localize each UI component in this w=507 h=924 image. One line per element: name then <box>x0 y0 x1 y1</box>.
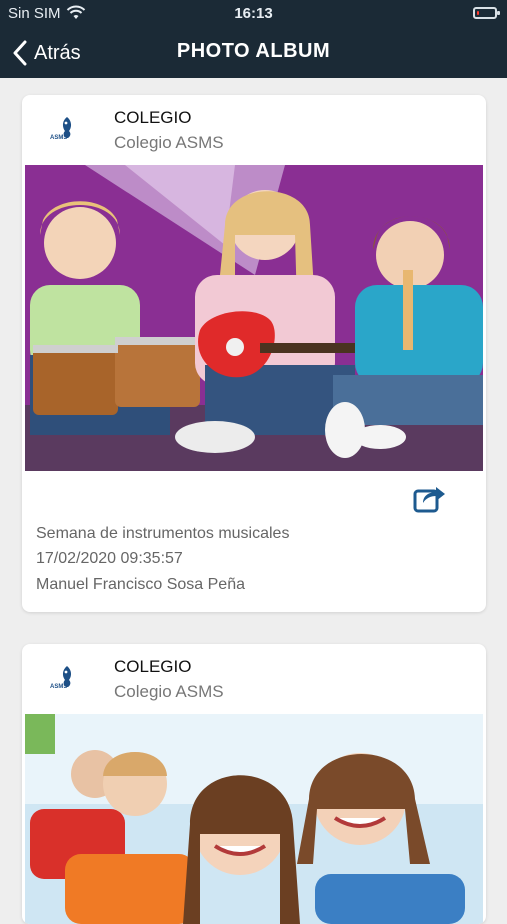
post-header: ASMS COLEGIO Colegio ASMS <box>22 95 486 165</box>
battery-level <box>477 11 479 15</box>
status-bar: Sin SIM 16:13 <box>0 0 507 28</box>
post-header: ASMS COLEGIO Colegio ASMS <box>22 644 486 714</box>
school-name: COLEGIO <box>114 108 192 127</box>
school-logo-label: ASMS <box>50 135 68 141</box>
battery-icon <box>473 7 500 19</box>
post-photo[interactable] <box>25 714 483 924</box>
school-name: COLEGIO <box>114 657 192 676</box>
share-icon[interactable] <box>412 483 446 515</box>
post-caption: Semana de instrumentos musicales <box>36 525 290 542</box>
top-bar: Sin SIM 16:13 Atrás PHOTO ALBUM <box>0 0 507 78</box>
post-card[interactable]: ASMS COLEGIO Colegio ASMS <box>22 644 486 924</box>
school-logo-label: ASMS <box>50 684 68 690</box>
school-subtitle: Colegio ASMS <box>114 682 224 701</box>
post-date: 17/02/2020 09:35:57 <box>36 550 183 567</box>
post-photo[interactable] <box>25 165 483 471</box>
photo-children-classroom <box>25 714 483 924</box>
school-subtitle: Colegio ASMS <box>114 133 224 152</box>
post-author: Manuel Francisco Sosa Peña <box>36 576 245 593</box>
photo-children-instruments <box>25 165 483 471</box>
nav-bar: Atrás PHOTO ALBUM <box>0 28 507 78</box>
status-time: 16:13 <box>234 5 273 22</box>
page-title: PHOTO ALBUM <box>176 40 331 62</box>
post-card[interactable]: ASMS COLEGIO Colegio ASMS <box>22 95 486 612</box>
